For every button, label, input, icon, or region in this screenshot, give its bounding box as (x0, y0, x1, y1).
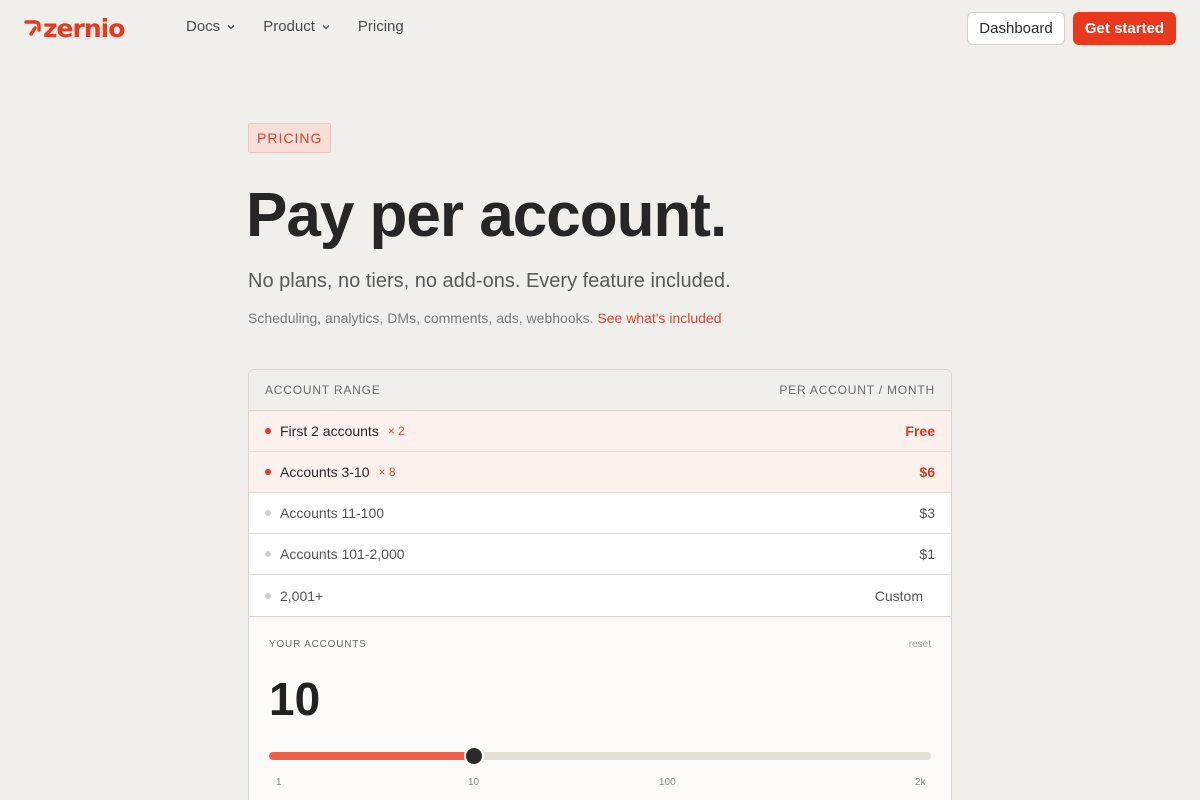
tick-label: 100 (659, 777, 676, 788)
chevron-down-icon (227, 24, 235, 29)
page-subtitle: No plans, no tiers, no add-ons. Every fe… (248, 270, 731, 292)
your-accounts-label: YOUR ACCOUNTS (269, 639, 367, 650)
nav-product[interactable]: Product (263, 18, 331, 35)
slider-fill (269, 752, 474, 760)
logo[interactable]: zernio (24, 13, 125, 43)
row-label: Accounts 11-100 (280, 505, 385, 521)
tick-label: 1 (276, 777, 282, 788)
row-label: Accounts 3-10 (280, 464, 370, 480)
dashboard-button[interactable]: Dashboard (967, 12, 1065, 45)
row-price: $1 (919, 546, 935, 562)
table-header: ACCOUNT RANGE PER ACCOUNT / MONTH (249, 370, 951, 411)
header-per-account: PER ACCOUNT / MONTH (779, 383, 935, 397)
table-row: 2,001+ Custom (249, 575, 951, 616)
nav-pricing[interactable]: Pricing (358, 18, 404, 35)
pricing-table: ACCOUNT RANGE PER ACCOUNT / MONTH First … (248, 369, 952, 800)
row-price: $3 (919, 505, 935, 521)
logo-mark-icon (24, 20, 41, 36)
row-label: First 2 accounts (280, 423, 379, 439)
row-label: Accounts 101-2,000 (280, 546, 405, 562)
header-account-range: ACCOUNT RANGE (265, 383, 381, 397)
nav-docs[interactable]: Docs (186, 18, 236, 35)
accounts-count: 10 (269, 673, 321, 725)
row-indicator-dot (265, 510, 271, 516)
row-label: 2,001+ (280, 587, 324, 604)
slider-thumb[interactable] (464, 746, 484, 766)
pricing-eyebrow-badge: PRICING (248, 123, 332, 153)
get-started-button[interactable]: Get started (1073, 12, 1176, 45)
top-nav: zernio Docs Product Pricing Dashboard Ge… (0, 0, 1200, 58)
row-indicator-dot (265, 469, 271, 475)
tick-label: 2k (915, 777, 926, 788)
nav-pricing-label: Pricing (357, 18, 404, 35)
table-row: Accounts 101-2,000 $1 (249, 534, 951, 575)
tick-label: 10 (468, 777, 480, 788)
table-row: Accounts 3-10 × 8 $6 (249, 452, 951, 493)
account-calculator: YOUR ACCOUNTS reset 10 1 10 100 2k (249, 616, 951, 800)
reset-button[interactable]: reset (909, 639, 931, 650)
accounts-slider[interactable] (269, 746, 931, 766)
row-price: Custom (874, 587, 923, 604)
row-price: $6 (919, 464, 935, 480)
row-multiplier: × 8 (378, 465, 396, 479)
table-row: Accounts 11-100 $3 (249, 493, 951, 534)
nav-product-label: Product (263, 18, 315, 35)
row-indicator-dot (265, 428, 271, 434)
row-indicator-dot (265, 592, 271, 599)
logo-text: zernio (43, 13, 125, 43)
page-title: Pay per account. (246, 181, 727, 250)
nav-docs-label: Docs (186, 18, 221, 35)
features-line: Scheduling, analytics, DMs, comments, ad… (248, 310, 721, 326)
row-multiplier: × 2 (387, 424, 405, 438)
row-indicator-dot (265, 551, 271, 557)
nav-links: Docs Product Pricing (186, 18, 431, 35)
row-price: Free (905, 423, 935, 439)
chevron-down-icon (322, 24, 330, 29)
features-text: Scheduling, analytics, DMs, comments, ad… (248, 310, 594, 326)
see-included-link[interactable]: See what's included (597, 310, 721, 326)
table-row: First 2 accounts × 2 Free (249, 411, 951, 452)
